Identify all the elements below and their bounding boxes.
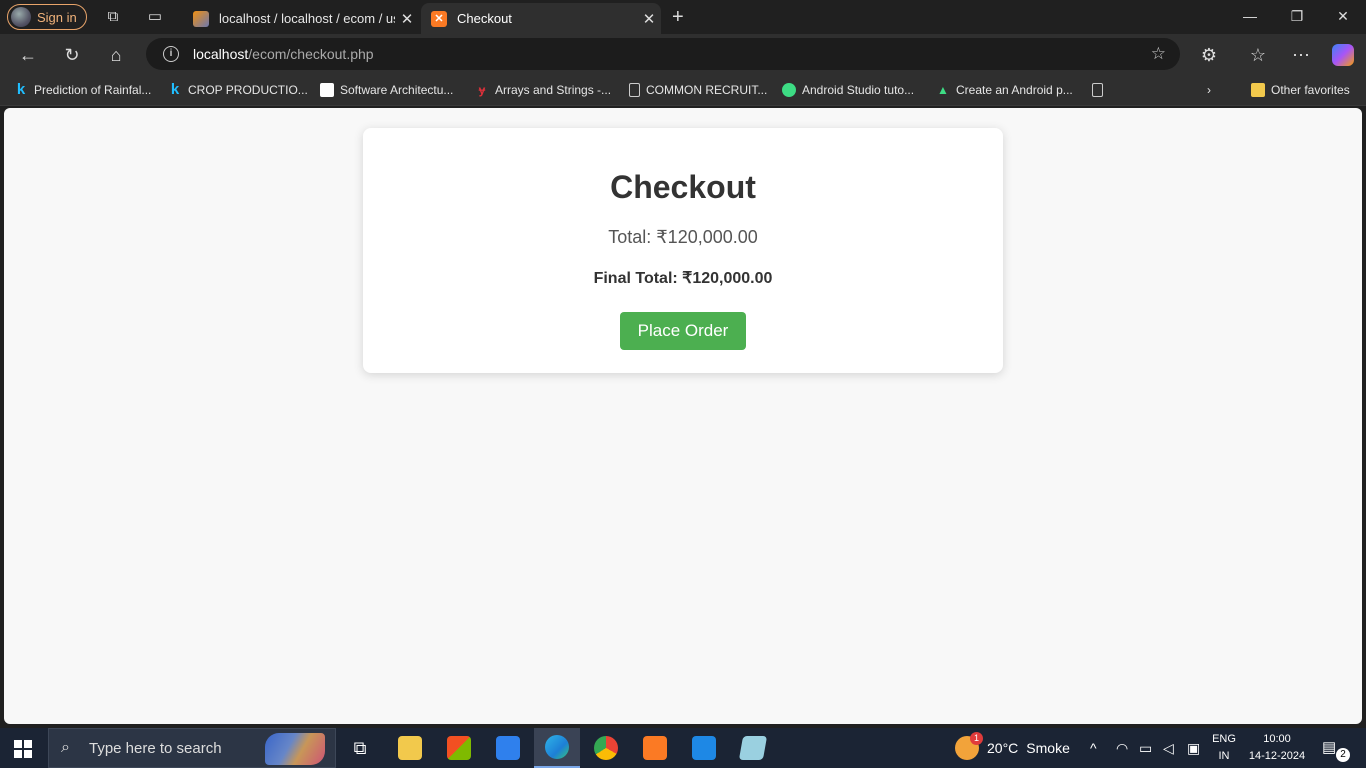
favorite-page-item[interactable]: [1092, 81, 1109, 99]
other-favorites[interactable]: Other favorites: [1251, 81, 1350, 99]
volume-icon[interactable]: ◁: [1163, 728, 1174, 768]
extensions-icon[interactable]: ⚙: [1198, 44, 1220, 66]
favorite-label: CROP PRODUCTIO...: [188, 83, 308, 97]
site-info-icon[interactable]: i: [163, 46, 179, 62]
favorite-label: Arrays and Strings -...: [495, 83, 612, 97]
url-path: /ecom/checkout.php: [248, 46, 374, 62]
file-explorer-icon[interactable]: [387, 728, 433, 768]
page-title: Checkout: [610, 169, 756, 205]
windows-start-icon[interactable]: [14, 740, 32, 758]
edge-icon[interactable]: [534, 728, 580, 768]
chrome-icon[interactable]: [583, 728, 629, 768]
notes-app-icon[interactable]: [730, 728, 776, 768]
taskbar-search-box[interactable]: ⌕ Type here to search: [48, 728, 336, 768]
back-icon[interactable]: ←: [17, 44, 39, 66]
close-tab-icon[interactable]: ✕: [637, 10, 661, 28]
favorite-star-icon[interactable]: ☆: [1151, 44, 1166, 64]
site-icon: ɏ: [478, 83, 486, 97]
new-tab-icon[interactable]: +: [672, 6, 684, 29]
restore-icon[interactable]: ❐: [1287, 8, 1307, 25]
weather-condition: Smoke: [1026, 740, 1070, 756]
weather-widget[interactable]: 1 20°C Smoke: [955, 728, 1070, 768]
final-total-amount: Final Total: ₹120,000.00: [593, 270, 773, 287]
copilot-icon[interactable]: [1332, 44, 1354, 66]
more-options-icon[interactable]: ⋯: [1290, 44, 1312, 66]
notification-center-icon[interactable]: ▤ 2: [1322, 738, 1350, 762]
checkout-card: Checkout Total: ₹120,000.00 Final Total:…: [363, 128, 1003, 373]
tab-phpmyadmin[interactable]: localhost / localhost / ecom / users ✕: [183, 3, 419, 34]
page-icon: [629, 83, 640, 97]
android-icon: [782, 83, 796, 97]
task-view-icon[interactable]: ⧉: [337, 728, 383, 768]
tab-title: localhost / localhost / ecom / users: [219, 11, 395, 26]
chevron-right-icon[interactable]: ›: [1207, 81, 1211, 99]
folder-icon: [1251, 83, 1265, 97]
tab-actions-icon[interactable]: ▭: [146, 8, 164, 26]
address-bar[interactable]: i localhost/ecom/checkout.php ☆: [146, 38, 1180, 70]
phpmyadmin-favicon-icon: [193, 10, 209, 27]
sign-in-button[interactable]: Sign in: [7, 4, 87, 30]
favorite-item[interactable]: ▲ Create an Android p...: [936, 81, 1073, 99]
tab-title: Checkout: [457, 11, 512, 26]
wifi-icon[interactable]: ◠: [1116, 728, 1128, 768]
favorite-label: Android Studio tuto...: [802, 83, 915, 97]
favorite-item[interactable]: Android Studio tuto...: [782, 81, 914, 99]
favorite-item[interactable]: COMMON RECRUIT...: [629, 81, 767, 99]
search-placeholder: Type here to search: [89, 739, 222, 757]
weather-temperature: 20°C: [987, 740, 1019, 756]
favorite-label: COMMON RECRUIT...: [646, 83, 768, 97]
favorite-label: Prediction of Rainfal...: [34, 83, 152, 97]
minimize-icon[interactable]: —: [1240, 8, 1260, 24]
kaggle-icon: k: [170, 81, 180, 98]
favorites-icon[interactable]: ☆: [1247, 44, 1269, 66]
microsoft-store-icon[interactable]: [436, 728, 482, 768]
clock-time: 10:00: [1263, 733, 1291, 745]
favorite-item[interactable]: k Prediction of Rainfal...: [14, 81, 152, 99]
url-host: localhost: [193, 46, 249, 62]
close-tab-icon[interactable]: ✕: [395, 10, 419, 28]
search-icon: ⌕: [61, 739, 70, 756]
favorite-item[interactable]: k CROP PRODUCTIO...: [168, 81, 308, 99]
sign-in-label: Sign in: [37, 9, 77, 25]
favorite-label: Create an Android p...: [956, 83, 1073, 97]
total-amount: Total: ₹120,000.00: [608, 227, 758, 247]
battery-icon[interactable]: ▭: [1139, 728, 1152, 768]
region-code: IN: [1218, 750, 1230, 762]
close-window-icon[interactable]: ✕: [1333, 8, 1353, 25]
android-icon: ▲: [937, 83, 949, 97]
page-icon: [1092, 83, 1103, 97]
site-icon: [320, 83, 334, 97]
clock-date: 14-12-2024: [1248, 750, 1306, 762]
weather-icon: 1: [955, 732, 983, 760]
language-code: ENG: [1212, 733, 1236, 745]
place-order-button[interactable]: Place Order: [620, 312, 746, 350]
search-highlight-image: [265, 733, 325, 765]
other-favorites-label: Other favorites: [1271, 83, 1350, 97]
show-hidden-icons[interactable]: ^: [1090, 728, 1097, 768]
xampp-icon[interactable]: [632, 728, 678, 768]
kaggle-icon: k: [16, 81, 26, 98]
avatar: [11, 7, 31, 27]
meet-now-icon[interactable]: ▣: [1187, 728, 1200, 768]
taskbar: ⌕ Type here to search ⧉ 1 20°C Smoke ^ ◠…: [0, 728, 1366, 768]
page-viewport: Checkout Total: ₹120,000.00 Final Total:…: [4, 108, 1362, 724]
workspaces-icon[interactable]: ⧉: [104, 8, 122, 26]
tab-checkout[interactable]: ✕ Checkout ✕: [421, 3, 661, 34]
navigation-bar: ← ↻ ⌂ i localhost/ecom/checkout.php ☆ ⚙ …: [0, 34, 1366, 74]
url-text: localhost/ecom/checkout.php: [193, 46, 374, 62]
notification-count: 2: [1336, 748, 1350, 762]
language-indicator[interactable]: ENG IN: [1208, 731, 1240, 765]
favorite-item[interactable]: Software Architectu...: [320, 81, 453, 99]
home-icon[interactable]: ⌂: [105, 44, 127, 66]
xampp-favicon-icon: ✕: [431, 10, 447, 27]
mail-icon[interactable]: [485, 728, 531, 768]
favorites-bar: k Prediction of Rainfal... k CROP PRODUC…: [0, 74, 1366, 106]
vscode-icon[interactable]: [681, 728, 727, 768]
favorite-label: Software Architectu...: [340, 83, 454, 97]
weather-badge: 1: [970, 732, 983, 745]
favorite-item[interactable]: ɏ Arrays and Strings -...: [475, 81, 611, 99]
clock[interactable]: 10:00 14-12-2024: [1244, 731, 1310, 765]
refresh-icon[interactable]: ↻: [61, 44, 83, 66]
browser-title-bar: Sign in ⧉ ▭ localhost / localhost / ecom…: [0, 0, 1366, 34]
